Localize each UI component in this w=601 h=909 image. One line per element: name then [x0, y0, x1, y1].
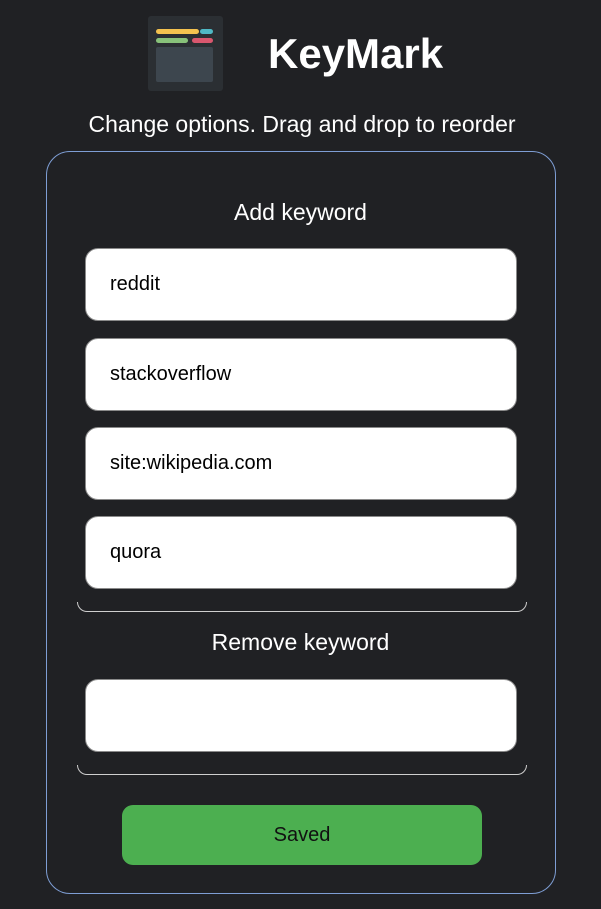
- remove-section-divider: [77, 765, 527, 775]
- keymark-logo-icon: [148, 16, 223, 91]
- page-subtitle: Change options. Drag and drop to reorder: [88, 111, 516, 137]
- add-section-divider: [77, 602, 527, 612]
- header: KeyMark: [0, 0, 601, 100]
- remove-keyword-heading: Remove keyword: [211, 629, 390, 655]
- keyword-input-3[interactable]: [85, 427, 517, 500]
- keyword-input-1[interactable]: [85, 248, 517, 321]
- remove-keyword-input[interactable]: [85, 679, 517, 752]
- add-keyword-heading: Add keyword: [234, 199, 367, 225]
- keyword-input-2[interactable]: [85, 338, 517, 411]
- keyword-input-4[interactable]: [85, 516, 517, 589]
- app-title: KeyMark: [268, 30, 444, 77]
- save-button[interactable]: Saved: [122, 805, 482, 865]
